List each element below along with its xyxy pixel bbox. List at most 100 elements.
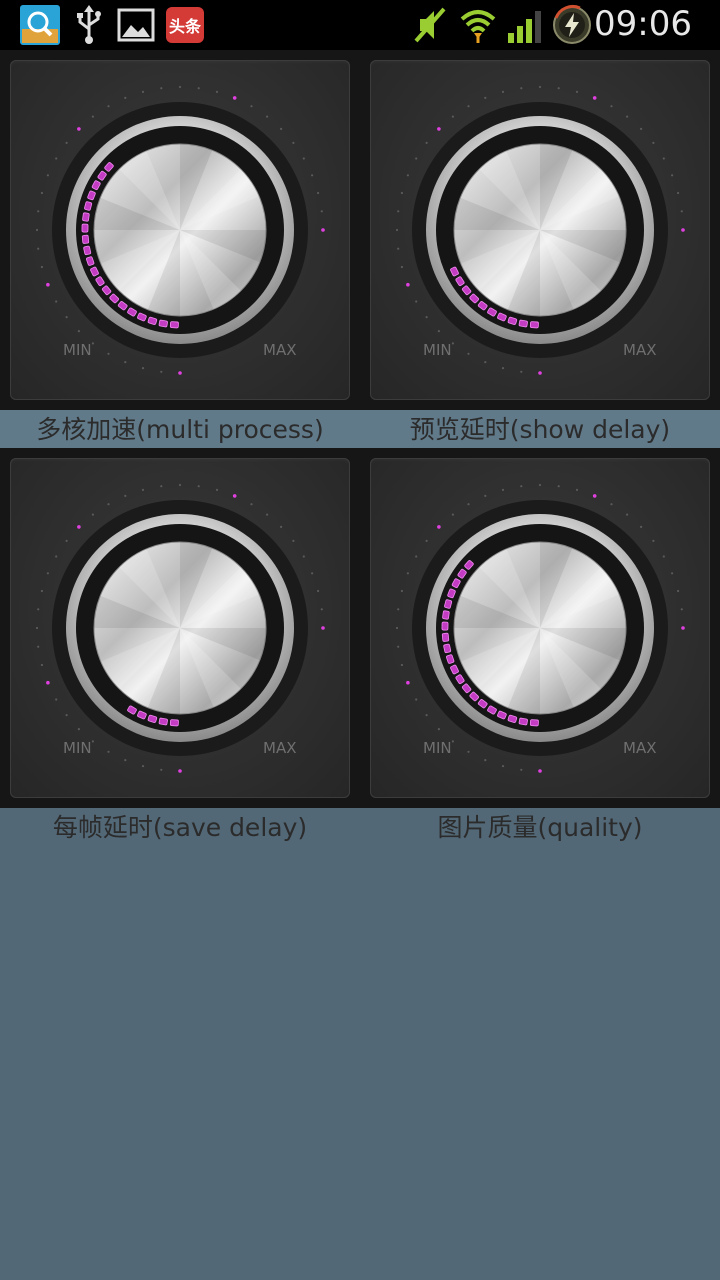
mute-icon (412, 5, 448, 49)
scale-major-tick (681, 626, 685, 630)
news-app-icon: 头条 (165, 5, 205, 49)
min-label: MIN (63, 739, 92, 757)
knob-quality[interactable]: MIN MAX (370, 458, 710, 798)
scale-major-tick (46, 282, 50, 287)
scale-tick (35, 228, 39, 232)
scale-tick (662, 157, 665, 160)
magnifier-app-icon (20, 5, 60, 49)
scale-tick (317, 191, 320, 195)
knob-save-delay[interactable]: MIN MAX (10, 458, 350, 798)
scale-tick (484, 96, 487, 99)
scale-tick (425, 141, 428, 144)
scale-tick (55, 698, 58, 701)
scale-tick (397, 645, 400, 648)
knob-graphic (35, 483, 325, 773)
level-segment (158, 319, 168, 328)
news-app-text: 头条 (169, 17, 202, 36)
level-segment (169, 321, 179, 329)
scale-tick (652, 539, 655, 542)
scale-tick (501, 488, 505, 491)
scale-tick (520, 768, 523, 771)
scale-tick (302, 555, 305, 558)
level-segment (441, 621, 449, 631)
clock: 09:06 (594, 4, 692, 44)
scale-tick (40, 589, 43, 593)
scale-tick (107, 105, 110, 108)
scale-tick (451, 513, 454, 516)
scale-tick (197, 485, 200, 488)
knob-show-delay[interactable]: MIN MAX (370, 60, 710, 400)
level-segment (83, 245, 92, 256)
scale-tick (46, 572, 50, 575)
scale-tick (55, 157, 58, 160)
min-label: MIN (63, 341, 92, 359)
scale-tick (400, 191, 403, 195)
scale-tick (671, 572, 674, 575)
scale-tick (160, 370, 163, 373)
scale-tick (178, 85, 182, 89)
scale-tick (292, 141, 295, 144)
scale-tick (501, 90, 505, 93)
scale-tick (107, 750, 110, 753)
scale-tick (610, 105, 613, 108)
scale-tick (652, 141, 655, 144)
scale-tick (55, 555, 58, 558)
scale-tick (250, 503, 253, 506)
scale-tick (37, 645, 40, 648)
knob-graphic (395, 85, 685, 375)
scale-tick (400, 663, 403, 667)
scale-major-tick (437, 525, 441, 529)
wifi-icon (458, 5, 498, 49)
gallery-icon (117, 5, 155, 49)
scale-tick (610, 503, 613, 506)
scale-tick (437, 728, 440, 731)
scale-tick (626, 115, 629, 118)
scale-tick (141, 367, 145, 370)
scale-tick (400, 265, 403, 269)
scale-tick (484, 494, 487, 497)
scale-tick (671, 174, 674, 177)
usb-icon (74, 5, 104, 49)
scale-tick (484, 759, 487, 762)
scale-tick (35, 626, 39, 630)
scale-tick (124, 96, 127, 99)
scale-tick (77, 728, 80, 731)
signal-icon (506, 5, 546, 49)
caption-multi-process: 多核加速(multi process) (36, 415, 324, 444)
scale-tick (65, 714, 68, 717)
scale-tick (575, 90, 579, 93)
level-segment (443, 643, 452, 654)
max-label: MAX (623, 341, 657, 359)
scale-major-tick (592, 96, 597, 100)
scale-tick (302, 157, 305, 160)
level-segment (158, 717, 168, 726)
max-label: MAX (263, 341, 297, 359)
knob-multi-process[interactable]: MIN MAX (10, 60, 350, 400)
scale-tick (484, 361, 487, 364)
scale-tick (266, 513, 269, 516)
scale-tick (46, 174, 50, 177)
min-label: MIN (423, 341, 452, 359)
scale-tick (91, 740, 94, 743)
caption-save-delay: 每帧延时(save delay) (52, 813, 308, 842)
scale-major-tick (592, 494, 597, 498)
scale-major-tick (406, 282, 410, 287)
scale-major-tick (406, 680, 410, 685)
scale-tick (415, 300, 418, 303)
scale-tick (91, 115, 94, 118)
scale-tick (397, 210, 400, 213)
scale-tick (124, 361, 127, 364)
scale-tick (320, 608, 323, 611)
scale-major-tick (538, 371, 542, 375)
scale-tick (107, 352, 110, 355)
status-bar: 头条 09:06 (0, 0, 720, 50)
scale-tick (400, 589, 403, 593)
scale-tick (37, 608, 40, 611)
scale-tick (451, 740, 454, 743)
caption-show-delay: 预览延时(show delay) (409, 415, 671, 444)
scale-tick (178, 483, 182, 487)
scale-tick (311, 174, 314, 177)
scale-tick (467, 105, 470, 108)
scale-major-tick (77, 127, 81, 131)
scale-tick (520, 370, 523, 373)
